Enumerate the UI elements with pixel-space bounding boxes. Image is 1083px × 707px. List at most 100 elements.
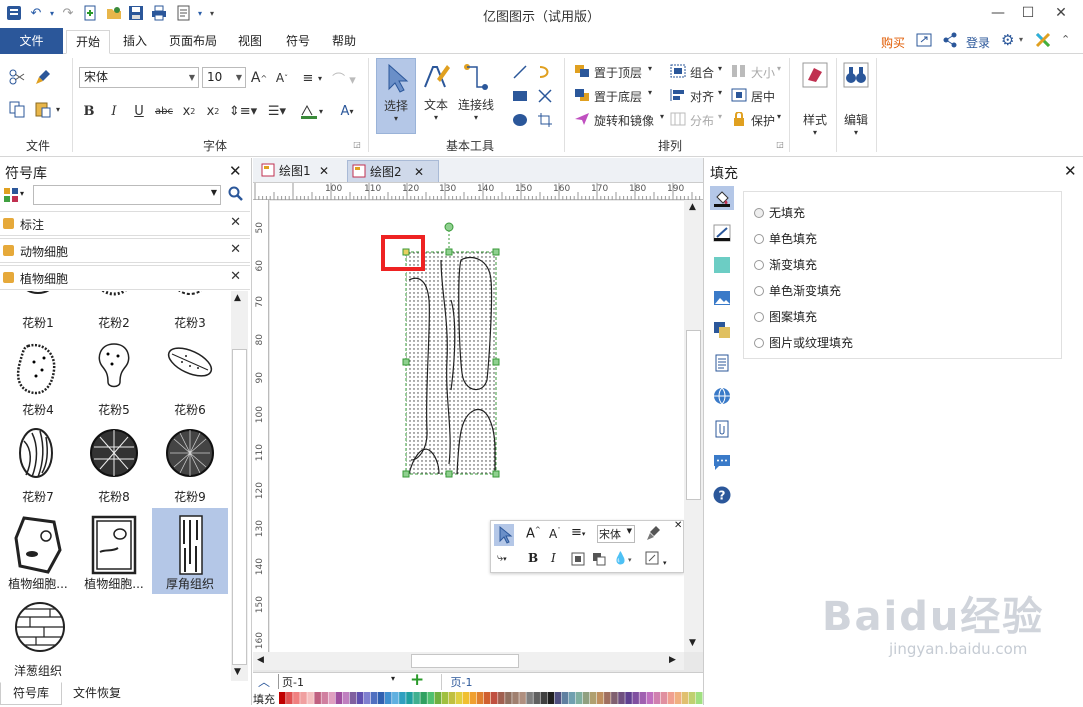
radio-picture-texture-fill[interactable]: 图片或纹理填充: [754, 334, 853, 351]
collapse-ribbon-icon[interactable]: ⌃: [1061, 33, 1070, 46]
arrange-dialog-launcher-icon[interactable]: ◲: [775, 138, 785, 150]
close-tab-icon[interactable]: ✕: [319, 160, 329, 182]
style-button[interactable]: 样式 ▾: [796, 58, 834, 146]
align-button[interactable]: 对齐 ▾: [670, 88, 722, 105]
image-tool-icon[interactable]: [712, 288, 732, 308]
symbol-pollen1[interactable]: 花粉1: [0, 291, 76, 333]
strikethrough-icon[interactable]: abc: [154, 101, 174, 121]
library-row-plant-cell[interactable]: 植物细胞 ✕: [0, 265, 250, 290]
font-size-select[interactable]: 10 ▼: [202, 67, 246, 88]
hyperlink-globe-icon[interactable]: [712, 386, 732, 406]
scrollbar-thumb[interactable]: [411, 654, 519, 668]
bold-icon[interactable]: B: [80, 101, 98, 121]
symbol-pollen2[interactable]: 花粉2: [76, 291, 152, 333]
line-tool-icon[interactable]: [510, 62, 530, 82]
symbol-search-input[interactable]: ▼: [33, 185, 221, 205]
rectangle-tool-icon[interactable]: [510, 86, 530, 106]
edit-button[interactable]: 编辑 ▾: [840, 58, 872, 146]
symbol-collenchyma[interactable]: 厚角组织: [152, 508, 228, 594]
tab-page-layout[interactable]: 页面布局: [162, 30, 224, 54]
paragraph-spacing-icon[interactable]: ⇕≡▾: [229, 101, 257, 121]
close-button[interactable]: ✕: [1046, 2, 1076, 24]
layers-tool-icon[interactable]: [712, 320, 732, 340]
symbol-pollen7[interactable]: 花粉7: [0, 421, 76, 507]
send-back-icon[interactable]: [592, 552, 606, 569]
close-library-icon[interactable]: ✕: [230, 242, 241, 257]
select-tool-button[interactable]: 选择 ▾: [376, 58, 416, 134]
paste-dropdown-icon[interactable]: ▾: [53, 102, 63, 116]
scrollbar-thumb[interactable]: [232, 349, 247, 665]
maximize-button[interactable]: ☐: [1013, 2, 1043, 24]
align-dropdown-icon[interactable]: ▾: [316, 70, 324, 86]
symbol-pollen8[interactable]: 花粉8: [76, 421, 152, 507]
protect-button[interactable]: 保护 ▾: [731, 111, 781, 129]
scroll-left-icon[interactable]: ◀: [257, 655, 264, 665]
shrink-font-icon[interactable]: Aˇ: [549, 527, 561, 541]
center-button[interactable]: 居中: [731, 88, 775, 105]
symbol-pollen4[interactable]: 花粉4: [0, 334, 76, 420]
send-to-back-button[interactable]: 置于底层 ▾: [574, 88, 652, 105]
tab-file[interactable]: 文件: [0, 28, 63, 54]
fill-tool-icon[interactable]: [710, 186, 734, 210]
paintbrush-icon[interactable]: [646, 525, 662, 544]
symbol-onion-tissue[interactable]: 洋葱组织: [0, 595, 76, 681]
bullet-list-icon[interactable]: ☰▾: [263, 101, 291, 121]
login-link[interactable]: 登录: [966, 34, 990, 51]
grow-font-icon[interactable]: A^: [250, 68, 268, 88]
minimize-button[interactable]: —: [983, 2, 1013, 24]
radio-gradient-fill[interactable]: 渐变填充: [754, 256, 817, 273]
close-toolbar-icon[interactable]: ✕: [674, 520, 682, 531]
text-align-icon[interactable]: ≡: [298, 68, 318, 88]
scroll-up-icon[interactable]: ▲: [689, 202, 696, 212]
scroll-down-icon[interactable]: ▼: [234, 667, 241, 677]
search-icon[interactable]: [228, 186, 244, 205]
curve-tool-icon[interactable]: [535, 62, 555, 82]
symbol-plant-cell-1[interactable]: 植物细胞...: [0, 508, 76, 594]
library-menu-icon[interactable]: [3, 187, 19, 206]
buy-link[interactable]: 购买: [881, 34, 905, 51]
settings-gear-icon[interactable]: ⚙: [1001, 31, 1014, 49]
settings-dropdown-icon[interactable]: ▾: [1019, 35, 1023, 44]
underline-icon[interactable]: U: [130, 101, 148, 121]
doc-tab-drawing1[interactable]: 绘图1 ✕: [257, 160, 341, 182]
close-library-icon[interactable]: ✕: [230, 215, 241, 230]
radio-solid-fill[interactable]: 单色填充: [754, 230, 817, 247]
symbol-scrollbar[interactable]: ▲ ▼: [231, 291, 248, 681]
library-row-callout[interactable]: 标注 ✕: [0, 211, 250, 236]
superscript-icon[interactable]: x2: [204, 101, 222, 121]
canvas-horizontal-scrollbar[interactable]: ◀ ▶: [253, 652, 684, 670]
italic-icon[interactable]: I: [551, 551, 556, 565]
font-family-select[interactable]: 宋体 ▼: [79, 67, 199, 88]
font-select[interactable]: 宋体 ▼: [597, 525, 635, 543]
cross-tool-icon[interactable]: [535, 86, 555, 106]
tab-help[interactable]: 帮助: [324, 30, 364, 54]
ellipse-tool-icon[interactable]: [510, 110, 530, 130]
bring-to-front-button[interactable]: 置于顶层 ▾: [574, 64, 652, 81]
text-align-icon[interactable]: ≡▾: [571, 525, 585, 540]
library-menu-dropdown-icon[interactable]: ▾: [20, 189, 24, 198]
connector-icon[interactable]: ⤷▾: [497, 551, 507, 565]
scrollbar-thumb[interactable]: [686, 330, 701, 500]
radio-no-fill[interactable]: 无填充: [754, 204, 805, 221]
library-row-animal-cell[interactable]: 动物细胞 ✕: [0, 238, 250, 263]
close-panel-icon[interactable]: ✕: [229, 162, 242, 180]
line-tool-icon[interactable]: [712, 223, 732, 243]
paste-icon[interactable]: [34, 100, 52, 118]
symbol-pollen6[interactable]: 花粉6: [152, 334, 228, 420]
font-color-icon[interactable]: A ▾: [334, 101, 360, 121]
close-tab-icon[interactable]: ✕: [414, 161, 424, 183]
copy-icon[interactable]: [8, 100, 26, 118]
page-nav-up-icon[interactable]: ︿: [258, 673, 270, 690]
share-icon[interactable]: [942, 32, 958, 51]
symbol-pollen5[interactable]: 花粉5: [76, 334, 152, 420]
comment-icon[interactable]: [712, 452, 732, 472]
symbol-plant-cell-2[interactable]: 植物细胞...: [76, 508, 152, 594]
canvas-vertical-scrollbar[interactable]: ▲ ▼: [684, 200, 703, 652]
color-swatches[interactable]: [279, 692, 703, 704]
subscript-icon[interactable]: x2: [180, 101, 198, 121]
paintbrush-icon[interactable]: [34, 68, 52, 86]
tab-view[interactable]: 视图: [230, 30, 270, 54]
bring-front-icon[interactable]: [571, 552, 585, 569]
page-tab[interactable]: 页-1: [441, 674, 481, 690]
radio-single-gradient-fill[interactable]: 单色渐变填充: [754, 282, 841, 299]
